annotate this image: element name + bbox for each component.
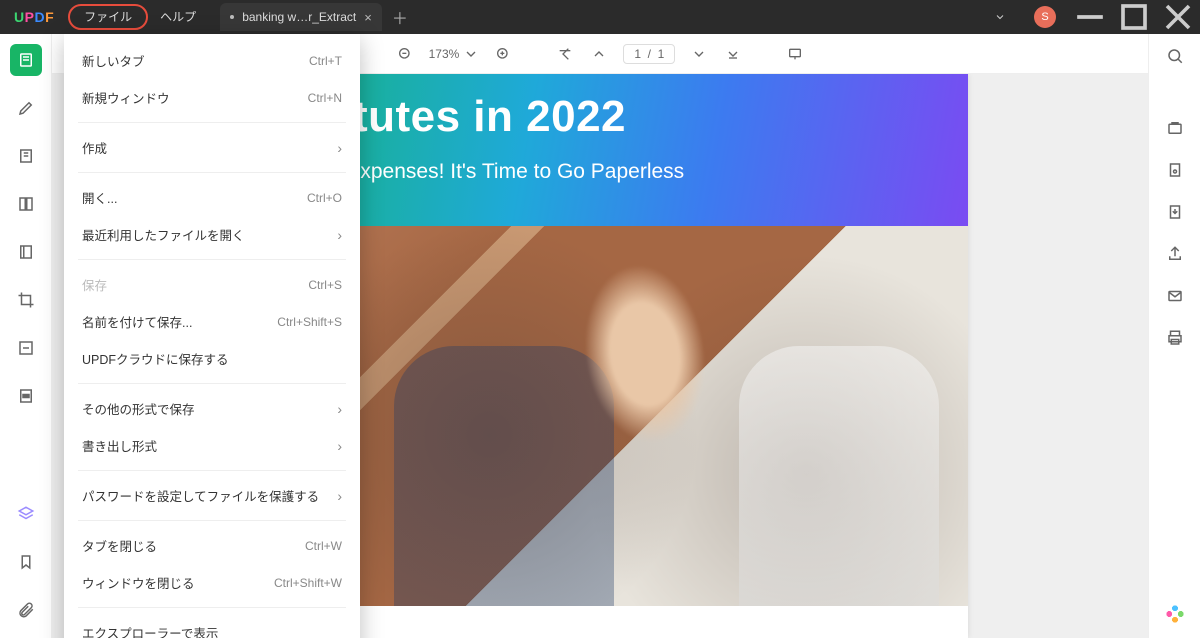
new-tab-button[interactable]: ＋ — [392, 5, 408, 29]
menu-item-label: ウィンドウを閉じる — [82, 573, 195, 592]
menu-reveal-explorer[interactable]: エクスプローラーで表示 — [64, 614, 360, 638]
menu-shortcut: Ctrl+N — [308, 91, 342, 105]
window-minimize-icon[interactable] — [1068, 0, 1112, 34]
window-controls: S — [978, 0, 1200, 34]
menu-shortcut: Ctrl+O — [307, 191, 342, 205]
app-logo: UPDF — [0, 9, 68, 25]
tab-close-icon[interactable]: × — [364, 10, 372, 25]
menu-item-label: 作成 — [82, 138, 107, 157]
chevron-right-icon: › — [337, 227, 342, 243]
menu-shortcut: Ctrl+Shift+S — [277, 315, 342, 329]
menu-item-label: エクスプローラーで表示 — [82, 623, 218, 638]
menu-item-label: 新しいタブ — [82, 51, 145, 70]
chevron-right-icon: › — [337, 140, 342, 156]
menu-help[interactable]: ヘルプ — [148, 0, 208, 34]
zoom-in-icon[interactable] — [493, 44, 513, 64]
convert-icon[interactable] — [1165, 118, 1185, 138]
menu-export-format[interactable]: 書き出し形式 › — [64, 427, 360, 464]
last-page-icon[interactable] — [723, 44, 743, 64]
layers-icon[interactable] — [10, 498, 42, 530]
menu-item-label: 名前を付けて保存... — [82, 312, 192, 331]
menu-save-other-format[interactable]: その他の形式で保存 › — [64, 390, 360, 427]
left-toolbar — [0, 34, 52, 638]
chevron-right-icon: › — [337, 488, 342, 504]
ai-assistant-icon[interactable] — [1165, 604, 1185, 624]
chevron-down-icon — [463, 46, 479, 62]
menu-open[interactable]: 開く... Ctrl+O — [64, 179, 360, 216]
file-menu-dropdown: 新しいタブ Ctrl+T 新規ウィンドウ Ctrl+N 作成 › 開く... C… — [64, 34, 360, 638]
titlebar: UPDF ファイル ヘルプ banking w…r_Extract × ＋ S — [0, 0, 1200, 34]
menu-create[interactable]: 作成 › — [64, 129, 360, 166]
menu-item-label: UPDFクラウドに保存する — [82, 349, 229, 368]
first-page-icon[interactable] — [555, 44, 575, 64]
tab-modified-dot-icon — [230, 15, 234, 19]
menu-shortcut: Ctrl+S — [308, 278, 342, 292]
menu-item-label: 書き出し形式 — [82, 436, 157, 455]
next-page-icon[interactable] — [689, 44, 709, 64]
menu-item-label: パスワードを設定してファイルを保護する — [82, 486, 319, 505]
user-avatar[interactable]: S — [1034, 6, 1056, 28]
menu-item-label: 新規ウィンドウ — [82, 88, 170, 107]
menu-item-label: 開く... — [82, 188, 117, 207]
email-icon[interactable] — [1165, 286, 1185, 306]
menu-close-window[interactable]: ウィンドウを閉じる Ctrl+Shift+W — [64, 564, 360, 601]
window-dropdown-icon[interactable] — [978, 0, 1022, 34]
menu-file[interactable]: ファイル — [68, 4, 148, 30]
search-icon[interactable] — [1165, 46, 1185, 66]
menu-save: 保存 Ctrl+S — [64, 266, 360, 303]
redact-icon[interactable] — [10, 380, 42, 412]
right-toolbar — [1148, 34, 1200, 638]
edit-text-icon[interactable] — [10, 140, 42, 172]
menu-shortcut: Ctrl+W — [305, 539, 342, 553]
annotate-icon[interactable] — [10, 92, 42, 124]
export-icon[interactable] — [1165, 202, 1185, 222]
menu-shortcut: Ctrl+Shift+W — [274, 576, 342, 590]
print-icon[interactable] — [1165, 328, 1185, 348]
organize-pages-icon[interactable] — [10, 236, 42, 268]
chevron-right-icon: › — [337, 401, 342, 417]
menu-new-tab[interactable]: 新しいタブ Ctrl+T — [64, 42, 360, 79]
page-counter[interactable]: 1 / 1 — [623, 44, 675, 64]
menu-item-label: その他の形式で保存 — [82, 399, 195, 418]
ocr-icon[interactable] — [10, 332, 42, 364]
window-close-icon[interactable] — [1156, 0, 1200, 34]
attachment-icon[interactable] — [10, 594, 42, 626]
reader-mode-icon[interactable] — [10, 44, 42, 76]
menu-shortcut: Ctrl+T — [309, 54, 342, 68]
menu-item-label: タブを閉じる — [82, 536, 157, 555]
menu-item-label: 最近利用したファイルを開く — [82, 225, 245, 244]
menu-new-window[interactable]: 新規ウィンドウ Ctrl+N — [64, 79, 360, 116]
crop-icon[interactable] — [10, 284, 42, 316]
zoom-level[interactable]: 173% — [429, 46, 480, 62]
menu-save-as[interactable]: 名前を付けて保存... Ctrl+Shift+S — [64, 303, 360, 340]
menu-item-label: 保存 — [82, 275, 107, 294]
menu-open-recent[interactable]: 最近利用したファイルを開く › — [64, 216, 360, 253]
zoom-value: 173% — [429, 47, 460, 61]
chevron-right-icon: › — [337, 438, 342, 454]
document-tab[interactable]: banking w…r_Extract × — [220, 3, 382, 31]
zoom-out-icon[interactable] — [395, 44, 415, 64]
menu-save-cloud[interactable]: UPDFクラウドに保存する — [64, 340, 360, 377]
compress-icon[interactable] — [1165, 160, 1185, 180]
menu-protect[interactable]: パスワードを設定してファイルを保護する › — [64, 477, 360, 514]
page-layout-icon[interactable] — [10, 188, 42, 220]
window-maximize-icon[interactable] — [1112, 0, 1156, 34]
tab-title: banking w…r_Extract — [242, 10, 356, 24]
share-icon[interactable] — [1165, 244, 1185, 264]
prev-page-icon[interactable] — [589, 44, 609, 64]
document-title: Institutes in 2022 — [260, 92, 940, 142]
document-subtitle: No More Expenses! It's Time to Go Paperl… — [260, 160, 940, 184]
bookmark-icon[interactable] — [10, 546, 42, 578]
presentation-icon[interactable] — [785, 44, 805, 64]
menu-close-tab[interactable]: タブを閉じる Ctrl+W — [64, 527, 360, 564]
